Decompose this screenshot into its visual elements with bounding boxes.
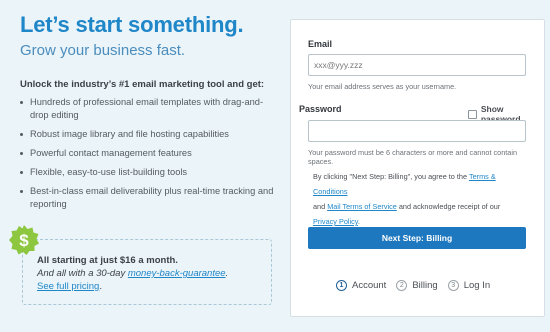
feature-item: Robust image library and file hosting ca…: [20, 128, 280, 141]
features-intro: Unlock the industry’s #1 email marketing…: [20, 79, 265, 90]
email-field[interactable]: [308, 54, 526, 76]
feature-item: Hundreds of professional email templates…: [20, 96, 280, 122]
pricing-box: All starting at just $16 a month. And al…: [22, 239, 272, 305]
terms-text: By clicking "Next Step: Billing", you ag…: [313, 169, 523, 229]
step-number: 3: [447, 280, 459, 291]
step-login: 3 Log In: [447, 280, 491, 291]
step-number: 1: [336, 280, 347, 291]
page-subtitle: Grow your business fast.: [20, 42, 186, 59]
progress-steps: 1 Account 2 Billing 3 Log In: [336, 280, 500, 291]
feature-item: Flexible, easy-to-use list-building tool…: [20, 166, 280, 179]
see-full-pricing-link[interactable]: See full pricing: [37, 281, 99, 292]
dollar-badge-icon: $: [9, 225, 39, 255]
feature-item: Powerful contact management features: [20, 147, 280, 160]
terms-prefix: By clicking "Next Step: Billing", you ag…: [313, 172, 469, 181]
email-label: Email: [308, 39, 333, 49]
next-step-billing-button[interactable]: Next Step: Billing: [308, 227, 526, 249]
step-label: Log In: [463, 280, 491, 291]
feature-item: Best-in-class email deliverability plus …: [20, 185, 280, 211]
page-title: Let’s start something.: [20, 12, 244, 37]
step-label: Billing: [412, 280, 438, 291]
mail-terms-link[interactable]: Mail Terms of Service: [327, 202, 397, 211]
step-account: 1 Account: [336, 280, 386, 291]
features-list: Hundreds of professional email templates…: [20, 96, 280, 211]
signup-form-card: Email Your email address serves as your …: [290, 19, 545, 317]
guarantee-suffix: .: [225, 268, 229, 279]
price-line: All starting at just $16 a month.: [37, 255, 178, 266]
password-help-text: Your password must be 6 characters or mo…: [308, 148, 518, 166]
password-label: Password: [299, 104, 342, 114]
step-label: Account: [352, 280, 387, 291]
step-billing: 2 Billing: [396, 280, 438, 291]
money-back-guarantee-link[interactable]: money-back-guarantee: [128, 268, 226, 279]
guarantee-prefix: And all with a 30-day: [37, 268, 128, 279]
password-field[interactable]: [308, 120, 526, 142]
terms-and: and: [313, 202, 328, 211]
privacy-policy-link[interactable]: Privacy Policy: [313, 217, 358, 226]
step-number: 2: [396, 280, 408, 291]
svg-text:$: $: [19, 231, 29, 250]
email-help-text: Your email address serves as your userna…: [308, 82, 457, 91]
show-password-checkbox[interactable]: [468, 109, 477, 119]
see-pricing-line: See full pricing.: [37, 280, 271, 293]
guarantee-line: And all with a 30-day money-back-guarant…: [37, 267, 271, 280]
see-pricing-suffix: .: [99, 281, 102, 292]
terms-mid: and acknowledge receipt of our: [396, 202, 501, 211]
hero-section: Let’s start something. Grow your busines…: [20, 12, 280, 217]
terms-end: .: [357, 217, 360, 226]
